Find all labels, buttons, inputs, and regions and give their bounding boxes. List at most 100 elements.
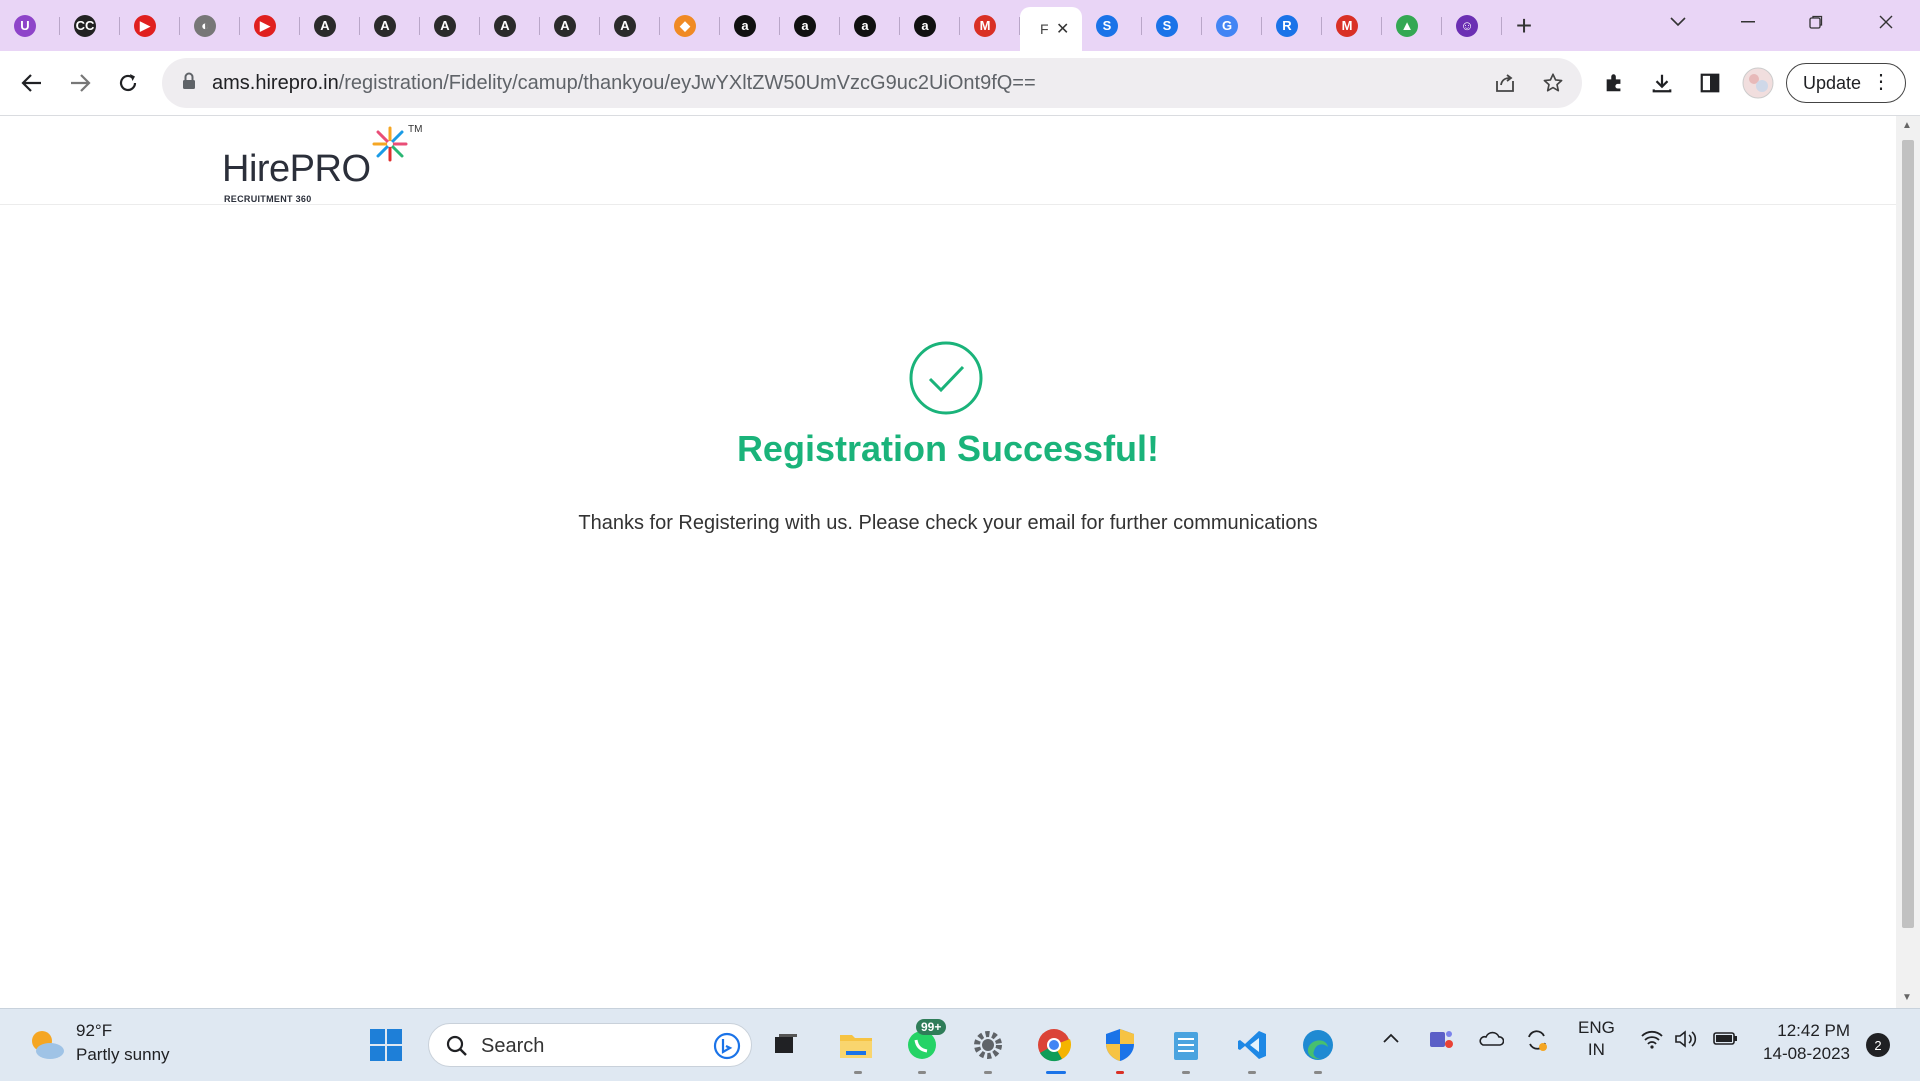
tab-19[interactable]: S <box>1082 0 1142 51</box>
logo-wordmark: HirePRO <box>222 148 371 190</box>
tab-24[interactable]: ▲ <box>1382 0 1442 51</box>
notification-count-badge[interactable]: 2 <box>1866 1033 1890 1057</box>
tab-3-favicon-icon: ▶ <box>134 14 156 37</box>
address-bar[interactable]: ams.hirepro.in/registration/Fidelity/cam… <box>162 58 1582 108</box>
bing-icon[interactable] <box>713 1032 741 1060</box>
running-indicator <box>1248 1071 1256 1074</box>
close-window-button[interactable] <box>1854 0 1918 44</box>
active-app-indicator <box>1046 1071 1066 1074</box>
show-hidden-icons-chevron-icon[interactable] <box>1382 1029 1400 1049</box>
reload-button[interactable] <box>110 65 146 101</box>
region-code: IN <box>1587 1040 1605 1059</box>
tab-11[interactable]: A <box>600 0 660 51</box>
search-icon <box>446 1035 467 1056</box>
tab-4-favicon-icon: ◐ <box>194 14 216 37</box>
new-tab-plus-icon[interactable]: + <box>1502 0 1546 51</box>
taskbar-search[interactable]: Search <box>428 1023 752 1067</box>
edge-icon[interactable] <box>1296 1023 1340 1067</box>
tab-22[interactable]: R <box>1262 0 1322 51</box>
tab-20[interactable]: S <box>1142 0 1202 51</box>
side-panel-icon[interactable] <box>1694 67 1726 99</box>
update-button[interactable]: Update ⋮ <box>1786 63 1906 103</box>
update-button-label: Update <box>1803 72 1862 93</box>
close-tab-icon[interactable]: ✕ <box>1056 19 1069 39</box>
tab-8[interactable]: A <box>420 0 480 51</box>
weather-temperature: 92°F <box>76 1021 113 1040</box>
tab-20-favicon-icon: S <box>1156 14 1178 37</box>
tab-1[interactable]: U <box>0 0 60 51</box>
running-indicator <box>918 1071 926 1074</box>
page-viewport: TM HirePRO RECRUITMENT 360 Registration … <box>0 116 1896 1008</box>
settings-gear-icon[interactable] <box>966 1023 1010 1067</box>
tab-17[interactable]: M <box>960 0 1020 51</box>
tab-search-chevron-icon[interactable] <box>1646 0 1710 44</box>
scrollbar-thumb[interactable] <box>1902 140 1914 928</box>
alert-indicator <box>1116 1071 1124 1074</box>
start-button[interactable] <box>364 1023 408 1067</box>
whatsapp-unread-badge: 99+ <box>916 1019 947 1035</box>
wifi-icon[interactable] <box>1640 1029 1664 1054</box>
share-icon[interactable] <box>1492 70 1518 96</box>
tab-2[interactable]: CC <box>60 0 120 51</box>
page-scrollbar[interactable]: ▲ ▼ <box>1896 116 1920 1008</box>
scroll-down-arrow-icon[interactable]: ▼ <box>1902 992 1912 1003</box>
tab-3[interactable]: ▶ <box>120 0 180 51</box>
site-header: TM HirePRO RECRUITMENT 360 <box>0 116 1896 205</box>
teams-icon[interactable] <box>1428 1027 1454 1056</box>
running-indicator <box>854 1071 862 1074</box>
tab-25[interactable]: ☺ <box>1442 0 1502 51</box>
tab-14[interactable]: a <box>780 0 840 51</box>
tab-15[interactable]: a <box>840 0 900 51</box>
more-menu-icon[interactable]: ⋮ <box>1871 70 1891 94</box>
file-explorer-icon[interactable] <box>834 1023 878 1067</box>
vscode-icon[interactable] <box>1230 1023 1274 1067</box>
volume-icon[interactable] <box>1674 1029 1700 1054</box>
tab-5-favicon-icon: ▶ <box>254 14 276 37</box>
hirepro-logo[interactable]: TM HirePRO RECRUITMENT 360 <box>222 122 423 204</box>
running-indicator <box>984 1071 992 1074</box>
tab-strip: U CC ▶ ◐ ▶ A A A A A A ◆ a a a a M F ✕ S S G R M ▲ ☺ + <box>0 0 1920 51</box>
windows-taskbar: 92°F Partly sunny Search 99+ ENG IN 12:4… <box>0 1008 1920 1081</box>
tab-16[interactable]: a <box>900 0 960 51</box>
success-title: Registration Successful! <box>736 428 1160 469</box>
tab-13[interactable]: a <box>720 0 780 51</box>
sync-icon[interactable] <box>1524 1027 1550 1058</box>
downloads-icon[interactable] <box>1646 67 1678 99</box>
tab-23[interactable]: M <box>1322 0 1382 51</box>
back-button[interactable] <box>14 65 50 101</box>
extensions-icon[interactable] <box>1598 67 1630 99</box>
tab-5[interactable]: ▶ <box>240 0 300 51</box>
tab-9[interactable]: A <box>480 0 540 51</box>
success-message: Thanks for Registering with us. Please c… <box>578 512 1318 534</box>
tab-12[interactable]: ◆ <box>660 0 720 51</box>
windows-security-icon[interactable] <box>1098 1023 1142 1067</box>
tab-14-favicon-icon: a <box>794 14 816 37</box>
logo-trademark: TM <box>408 124 423 135</box>
onedrive-icon[interactable] <box>1478 1031 1505 1052</box>
clock[interactable]: 12:42 PM 14-08-2023 <box>1752 1019 1850 1065</box>
lock-icon[interactable] <box>182 72 196 95</box>
tab-active[interactable]: F ✕ <box>1020 7 1082 51</box>
minimize-button[interactable] <box>1716 0 1780 44</box>
clock-time: 12:42 PM <box>1777 1021 1850 1040</box>
notepad-icon[interactable] <box>1164 1023 1208 1067</box>
tab-7[interactable]: A <box>360 0 420 51</box>
battery-icon[interactable] <box>1712 1029 1740 1052</box>
partly-sunny-icon <box>32 1031 64 1059</box>
tab-6[interactable]: A <box>300 0 360 51</box>
tab-10[interactable]: A <box>540 0 600 51</box>
tab-21[interactable]: G <box>1202 0 1262 51</box>
restore-button[interactable] <box>1784 0 1848 44</box>
forward-button[interactable] <box>62 65 98 101</box>
task-view-icon[interactable] <box>764 1023 808 1067</box>
tab-19-favicon-icon: S <box>1096 14 1118 37</box>
tab-4[interactable]: ◐ <box>180 0 240 51</box>
bookmark-star-icon[interactable] <box>1540 70 1566 96</box>
browser-toolbar: ams.hirepro.in/registration/Fidelity/cam… <box>0 51 1920 116</box>
profile-avatar[interactable] <box>1742 67 1774 99</box>
language-indicator[interactable]: ENG IN <box>1578 1017 1615 1061</box>
chrome-icon[interactable] <box>1032 1023 1076 1067</box>
language-code: ENG <box>1578 1018 1615 1037</box>
url-text[interactable]: ams.hirepro.in/registration/Fidelity/cam… <box>212 72 1036 95</box>
scroll-up-arrow-icon[interactable]: ▲ <box>1902 120 1912 131</box>
